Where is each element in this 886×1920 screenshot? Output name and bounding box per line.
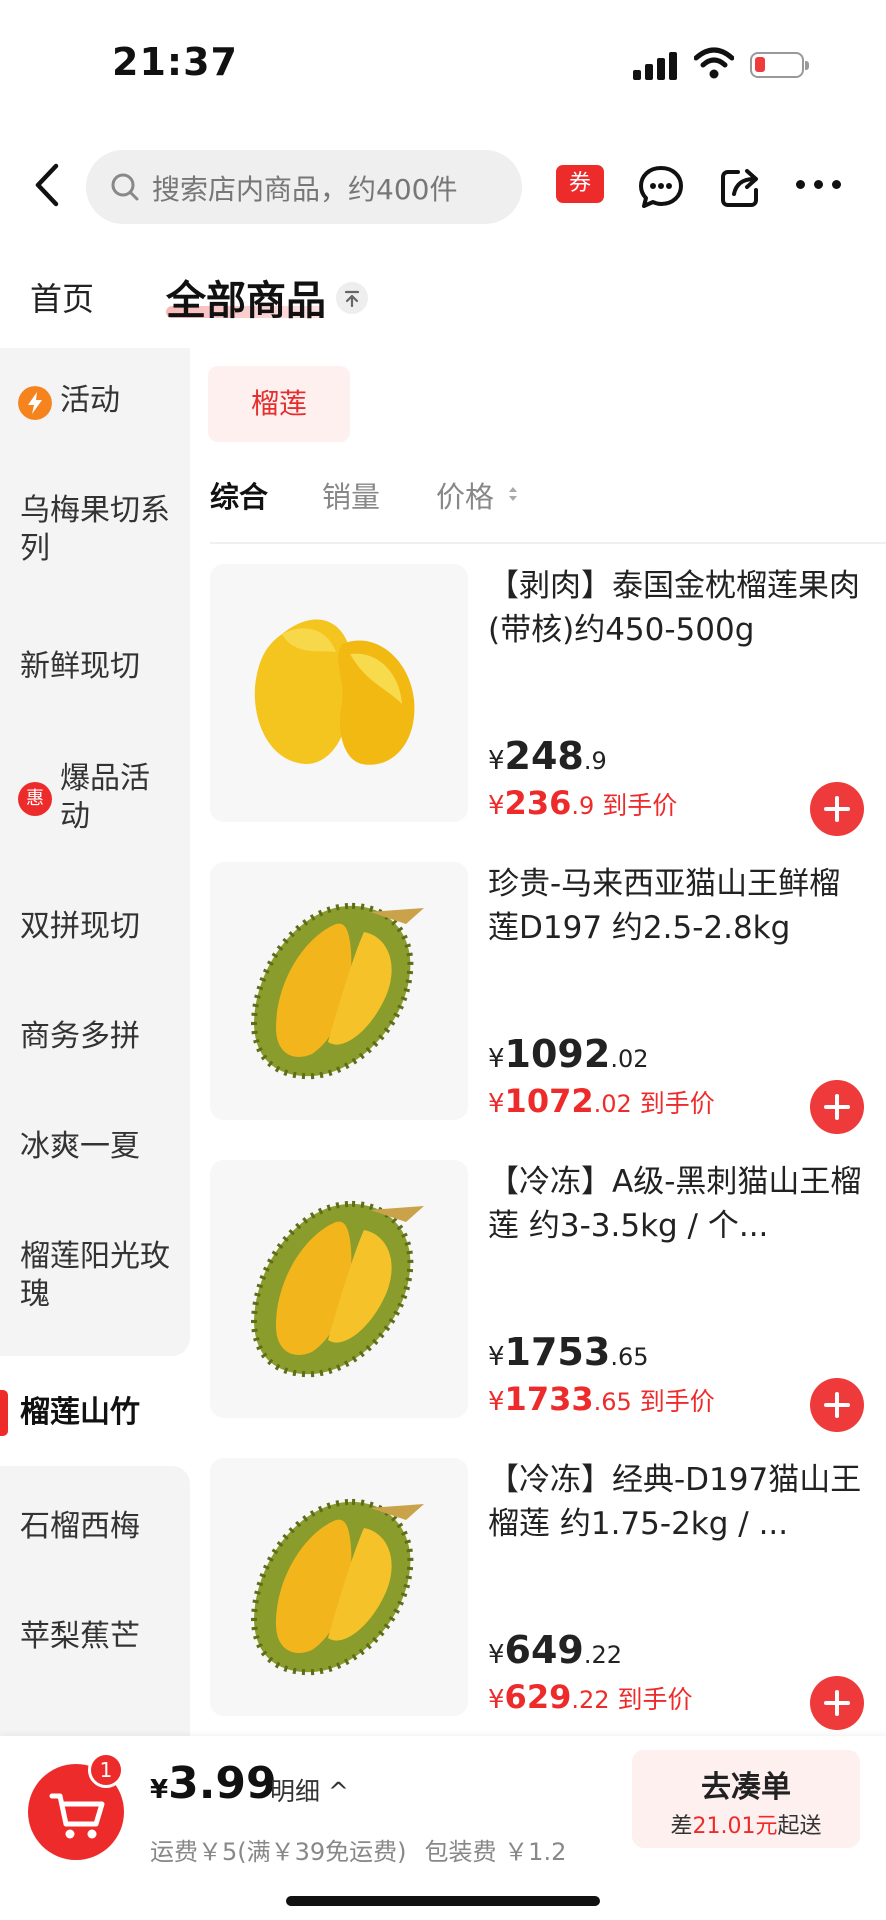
divider bbox=[210, 542, 886, 544]
sort-price[interactable]: 价格 bbox=[436, 474, 494, 516]
coupon-button[interactable]: 券 bbox=[556, 165, 604, 207]
cart-count-badge: 1 bbox=[88, 1752, 124, 1788]
fee-info: 运费￥5(满￥39免运费) 包装费 ￥1.2 bbox=[150, 1838, 567, 1866]
sidebar-item-fresh-cut[interactable]: 新鲜现切 bbox=[0, 648, 190, 692]
search-input[interactable]: 搜索店内商品，约400件 bbox=[86, 150, 522, 224]
product-price: ¥248.9 bbox=[488, 734, 607, 778]
product-final-price: ¥1733.65 到手价 bbox=[488, 1380, 715, 1418]
search-placeholder: 搜索店内商品，约400件 bbox=[152, 173, 458, 206]
discount-badge: 惠 bbox=[18, 782, 52, 816]
sidebar-item-pomegranate[interactable]: 石榴西梅 bbox=[0, 1508, 190, 1552]
product-image bbox=[210, 862, 468, 1120]
cellular-signal-icon bbox=[633, 50, 679, 80]
add-to-cart-button[interactable] bbox=[810, 1378, 864, 1432]
sidebar-item-apple-pear[interactable]: 苹梨蕉芒 bbox=[0, 1618, 190, 1662]
tab-home[interactable]: 首页 bbox=[30, 274, 94, 320]
product-price: ¥1753.65 bbox=[488, 1330, 649, 1374]
min-order-note: 差21.01元起送 bbox=[670, 1814, 822, 1839]
category-sidebar: 活动 乌梅果切系列 新鲜现切 惠 爆品活动 双拼现切 商务多拼 冰爽一夏 榴莲阳… bbox=[0, 348, 190, 1866]
add-to-cart-button[interactable] bbox=[810, 1080, 864, 1134]
sidebar-item-plum-cuts[interactable]: 乌梅果切系列 bbox=[0, 492, 190, 572]
collapse-icon[interactable] bbox=[336, 282, 368, 314]
product-card[interactable]: 【冷冻】经典-D197猫山王榴莲 约1.75-2kg / ... ¥649.22… bbox=[210, 1458, 886, 1756]
status-bar: 21:37 bbox=[0, 0, 886, 120]
product-title: 【冷冻】A级-黑刺猫山王榴莲 约3-3.5kg / 个... bbox=[488, 1164, 862, 1244]
product-image bbox=[210, 564, 468, 822]
durian-flesh-icon bbox=[210, 564, 468, 822]
product-final-price: ¥629.22 到手价 bbox=[488, 1678, 693, 1716]
durian-whole-icon bbox=[210, 1458, 468, 1716]
active-indicator bbox=[0, 1390, 8, 1436]
home-indicator bbox=[286, 1896, 600, 1906]
sidebar-item-durian-mangosteen[interactable]: 榴莲山竹 bbox=[0, 1390, 190, 1436]
customer-service-icon[interactable] bbox=[636, 162, 686, 212]
back-arrow-icon[interactable] bbox=[28, 162, 68, 208]
product-price: ¥649.22 bbox=[488, 1628, 623, 1672]
lightning-icon bbox=[18, 386, 52, 420]
product-title: 【冷冻】经典-D197猫山王榴莲 约1.75-2kg / ... bbox=[488, 1462, 862, 1542]
product-card[interactable]: 珍贵-马来西亚猫山王鲜榴莲D197 约2.5-2.8kg ¥1092.02 ¥1… bbox=[210, 862, 886, 1160]
chevron-up-icon: ^ bbox=[320, 1777, 349, 1806]
sidebar-item-activity[interactable]: 活动 bbox=[0, 382, 190, 426]
share-icon[interactable] bbox=[716, 162, 766, 212]
search-icon bbox=[111, 173, 139, 201]
sidebar-item-business[interactable]: 商务多拼 bbox=[0, 1018, 190, 1062]
sort-arrows-icon bbox=[509, 487, 517, 501]
sort-comprehensive[interactable]: 综合 bbox=[210, 474, 268, 516]
product-price: ¥1092.02 bbox=[488, 1032, 649, 1076]
add-to-cart-button[interactable] bbox=[810, 1676, 864, 1730]
product-card[interactable]: 【冷冻】A级-黑刺猫山王榴莲 约3-3.5kg / 个... ¥1753.65 … bbox=[210, 1160, 886, 1458]
status-time: 21:37 bbox=[112, 40, 238, 84]
product-title: 珍贵-马来西亚猫山王鲜榴莲D197 约2.5-2.8kg bbox=[488, 866, 841, 946]
more-options-icon[interactable] bbox=[794, 170, 844, 200]
sort-sales[interactable]: 销量 bbox=[322, 474, 380, 516]
product-final-price: ¥1072.02 到手价 bbox=[488, 1082, 715, 1120]
add-more-items-button[interactable]: 去凑单 差21.01元起送 bbox=[632, 1750, 860, 1848]
add-to-cart-button[interactable] bbox=[810, 782, 864, 836]
tab-all-products[interactable]: 全部商品 bbox=[166, 268, 326, 326]
battery-icon bbox=[750, 52, 809, 78]
product-final-price: ¥236.9 到手价 bbox=[488, 784, 678, 822]
product-card[interactable]: 【剥肉】泰国金枕榴莲果肉(带核)约450-500g ¥248.9 ¥236.9 到… bbox=[210, 564, 886, 862]
product-image bbox=[210, 1160, 468, 1418]
sidebar-item-summer[interactable]: 冰爽一夏 bbox=[0, 1128, 190, 1172]
filter-chip-durian[interactable]: 榴莲 bbox=[208, 366, 350, 442]
wifi-icon bbox=[694, 47, 734, 79]
product-image bbox=[210, 1458, 468, 1716]
detail-toggle[interactable]: 明细 ^ bbox=[270, 1772, 349, 1808]
checkout-bar: 1 ¥3.99 明细 ^ 运费￥5(满￥39免运费) 包装费 ￥1.2 去凑单 差… bbox=[0, 1736, 886, 1920]
total-price: ¥3.99 bbox=[150, 1758, 277, 1809]
durian-whole-icon bbox=[210, 862, 468, 1120]
product-title: 【剥肉】泰国金枕榴莲果肉(带核)约450-500g bbox=[488, 568, 860, 648]
sidebar-item-hot-deals[interactable]: 惠 爆品活动 bbox=[0, 760, 190, 840]
sidebar-item-double-cut[interactable]: 双拼现切 bbox=[0, 908, 190, 952]
sidebar-item-durian-grape[interactable]: 榴莲阳光玫瑰 bbox=[0, 1238, 190, 1318]
coupon-label: 券 bbox=[556, 165, 604, 203]
durian-whole-icon bbox=[210, 1160, 468, 1418]
